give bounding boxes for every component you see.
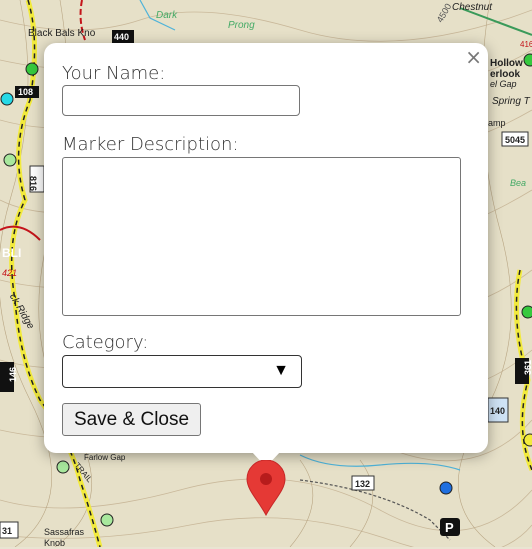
shield-31: 31 [2, 526, 12, 536]
category-select[interactable]: ▼ [62, 355, 302, 388]
map-label-bli: BLI [2, 246, 22, 260]
shield-108: 108 [18, 87, 33, 97]
name-label: Your Name: [62, 63, 166, 84]
marker-popup: × Your Name: Marker Description: Categor… [44, 43, 488, 453]
map-label-prong: Prong [228, 20, 255, 31]
map-label-spring: Spring T [492, 96, 530, 107]
dropdown-arrow-icon: ▼ [273, 362, 289, 379]
description-label: Marker Description: [62, 134, 239, 155]
shield-440: 440 [114, 32, 129, 42]
map-label-dark: Dark [156, 10, 178, 21]
map-label-bea: Bea [510, 178, 527, 188]
description-textarea[interactable] [62, 157, 461, 316]
map-label-4163: 4163 [520, 40, 532, 49]
save-close-button[interactable]: Save & Close [62, 403, 201, 436]
shield-5045: 5045 [505, 135, 525, 145]
parking-icon: P [445, 520, 454, 535]
map-label-hollow-overlook: Hollow erlook [490, 58, 523, 80]
shield-146: 146 [8, 367, 18, 382]
map-label-farlow-gap: Farlow Gap [84, 453, 126, 462]
map-label-chestnut: Chestnut [452, 2, 493, 13]
map-label-gap: el Gap [490, 79, 517, 89]
shield-361: 361 [523, 360, 532, 375]
close-button[interactable]: × [465, 46, 482, 68]
shield-132: 132 [355, 479, 370, 489]
map-label-sassafras-knob: Sassafras Knob [44, 527, 85, 548]
map-label-camp: amp [488, 118, 506, 128]
shield-816: 816 [28, 176, 38, 191]
shield-140: 140 [490, 406, 505, 416]
category-label: Category: [62, 332, 149, 353]
map-marker-pin-icon[interactable] [246, 460, 286, 516]
map-label-black-balsam: Black Bals Kno [28, 28, 96, 39]
map-label-421: 421 [2, 268, 18, 278]
name-input[interactable] [62, 85, 300, 116]
